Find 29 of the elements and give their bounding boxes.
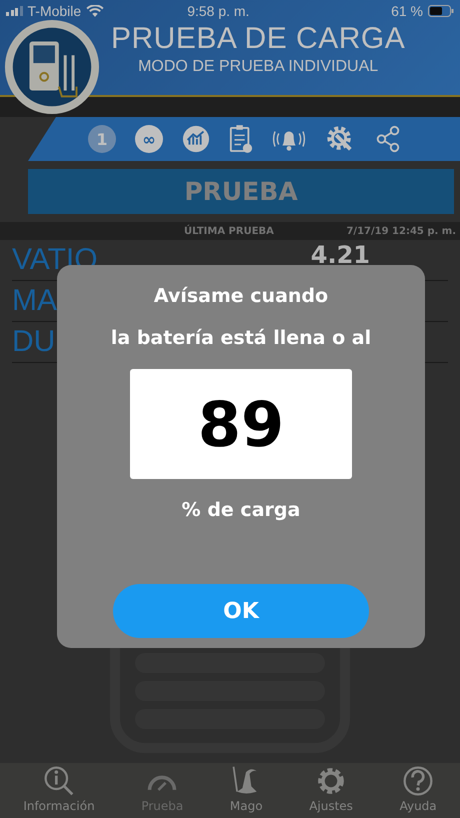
help-icon — [402, 765, 434, 797]
carrier-name: T-Mobile — [28, 3, 82, 19]
last-test-label: ÚLTIMA PRUEBA — [184, 226, 274, 236]
tab-button[interactable]: Ajustes — [309, 763, 353, 818]
reading-label: MA — [12, 284, 57, 318]
continuous-test-button[interactable]: ∞ — [135, 125, 163, 153]
battery-icon — [428, 5, 454, 17]
tab-button[interactable]: Mago — [230, 763, 263, 818]
ok-button[interactable]: OK — [113, 584, 369, 638]
dialog-text: la batería está llena o al — [110, 327, 372, 349]
status-time: 9:58 p. m. — [187, 3, 250, 19]
tab-button[interactable]: Ayuda — [400, 763, 437, 818]
wifi-icon — [86, 4, 104, 18]
mode-subtitle: MODO DE PRUEBA INDIVIDUAL — [138, 58, 378, 76]
app-title: PRUEBA DE CARGA — [111, 22, 406, 56]
percent-input-field[interactable]: 89 — [130, 369, 352, 479]
info-search-icon — [42, 765, 75, 797]
share-icon[interactable] — [374, 125, 402, 153]
dialog-text: % de carga — [182, 499, 300, 521]
dialog-text: Avísame cuando — [154, 285, 328, 307]
section-title: PRUEBA — [28, 169, 454, 214]
reading-value: 4.21 — [310, 241, 370, 269]
reading-label: DU — [12, 325, 56, 359]
tab-button[interactable]: Información — [23, 763, 95, 818]
single-test-button[interactable]: 1 — [88, 125, 116, 153]
clipboard-icon[interactable] — [229, 124, 253, 154]
last-test-date: 7/17/19 12:45 p. m. — [346, 226, 456, 236]
battery-percent: 61 % — [391, 3, 423, 19]
chart-icon[interactable] — [182, 125, 210, 153]
